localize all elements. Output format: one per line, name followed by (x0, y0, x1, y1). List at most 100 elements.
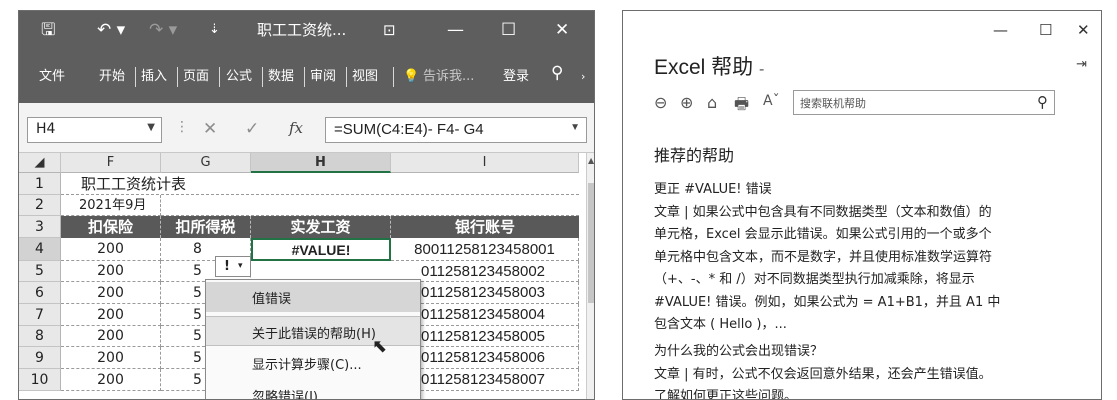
active-cell-h4[interactable]: #VALUE! (251, 238, 391, 261)
help-pane: — ☐ ✕ Excel 帮助 - ⇥ ⊖ ⊕ ⌂ 🖶 Aˇ 搜索联机帮助 ⚲ 推… (622, 10, 1102, 400)
error-context-menu: 值错误 关于此错误的帮助(H) 显示计算步骤(C)... 忽略错误(I) ⬉ (205, 279, 421, 399)
share-icon[interactable]: ⚲ (551, 65, 563, 82)
undo-icon[interactable]: ↶ ▾ (97, 19, 125, 41)
section-recommended-help: 推荐的帮助 (654, 146, 735, 165)
search-icon[interactable]: ⚲ (1037, 93, 1048, 111)
row-header[interactable]: 6 (19, 282, 61, 304)
tab-insert[interactable]: 插入 (141, 69, 167, 85)
row-header[interactable]: 2 (19, 195, 61, 216)
scrollbar-thumb[interactable] (588, 183, 594, 303)
minimize-icon[interactable]: — (447, 19, 464, 41)
scroll-up-icon[interactable]: ▲ (588, 156, 594, 165)
name-box[interactable]: H4 ▼ (27, 117, 162, 143)
help-search-placeholder: 搜索联机帮助 (800, 97, 866, 110)
tab-separator (135, 67, 136, 87)
article-summary-line: 文章 | 有时，公式不仅会返回意外结果，还会产生错误值。 (654, 366, 992, 382)
quick-access-more-icon[interactable]: ⇣ (209, 19, 220, 41)
select-all-corner[interactable]: ◢ (19, 153, 61, 173)
error-smart-tag[interactable]: ! ▾ (215, 256, 251, 277)
row-header[interactable]: 5 (19, 261, 61, 282)
save-icon[interactable]: 🖫 (41, 19, 55, 41)
row-header[interactable]: 1 (19, 173, 61, 195)
row-header[interactable]: 9 (19, 347, 61, 369)
ribbon-scroll-right-icon[interactable]: › (581, 69, 585, 85)
pin-icon[interactable]: ⇥ (1076, 57, 1087, 72)
minimize-icon[interactable]: — (993, 21, 1008, 39)
article-summary-line: 单元格中包含文本，而不是数字，并且使用标准数学运算符 (654, 249, 993, 265)
more-icon: ⋮ (175, 119, 189, 135)
chevron-down-icon[interactable]: ▼ (570, 122, 580, 133)
formula-input[interactable]: =SUM(C4:E4)- F4- G4 ▼ (325, 117, 587, 143)
insurance-cell[interactable]: 200 (61, 282, 161, 304)
cancel-icon[interactable]: ✕ (203, 119, 217, 139)
close-icon[interactable]: ✕ (555, 19, 569, 41)
insurance-cell[interactable]: 200 (61, 261, 161, 282)
ribbon-display-icon[interactable]: ⊡ (383, 19, 396, 41)
article-link-formula-errors[interactable]: 为什么我的公式会出现错误？ (654, 341, 1094, 364)
vertical-scrollbar[interactable]: ▲ (586, 153, 594, 399)
enter-icon[interactable]: ✓ (245, 119, 259, 139)
column-header-i[interactable]: I (391, 153, 579, 173)
title-bar: 🖫 ↶ ▾ ↷ ▾ ⇣ 职工工资统... ⊡ — ☐ ✕ (19, 11, 594, 51)
row-header[interactable]: 10 (19, 369, 61, 391)
mouse-cursor-icon: ⬉ (372, 336, 388, 357)
close-icon[interactable]: ✕ (1077, 21, 1090, 39)
insurance-cell[interactable]: 200 (61, 238, 161, 261)
help-title: Excel 帮助 - (654, 51, 764, 81)
menu-item-ignore-error[interactable]: 忽略错误(I) (206, 380, 420, 399)
tab-separator (393, 67, 394, 87)
maximize-icon[interactable]: ☐ (501, 19, 516, 41)
help-title-dash: - (759, 61, 765, 78)
tab-separator (304, 67, 305, 87)
menu-item-show-calc-steps[interactable]: 显示计算步骤(C)... (206, 348, 420, 378)
row-header[interactable]: 7 (19, 304, 61, 326)
cell[interactable] (161, 195, 579, 216)
account-cell[interactable]: 80011258123458001 (391, 238, 579, 261)
home-icon[interactable]: ⌂ (707, 93, 717, 112)
help-search-input[interactable]: 搜索联机帮助 ⚲ (793, 90, 1055, 115)
name-box-value: H4 (36, 121, 56, 137)
header-bank-account[interactable]: 银行账号 (391, 216, 579, 238)
ribbon-tabs: 文件 开始 插入 页面 公式 数据 审阅 视图 💡 告诉我... 登录 ⚲ › (19, 51, 594, 103)
column-header-f[interactable]: F (61, 153, 161, 173)
tab-page-layout[interactable]: 页面 (183, 69, 209, 85)
insurance-cell[interactable]: 200 (61, 369, 161, 391)
sheet-title-cell[interactable]: 职工工资统计表 (61, 173, 579, 195)
tab-review[interactable]: 审阅 (310, 69, 336, 85)
column-header-g[interactable]: G (161, 153, 251, 173)
tab-view[interactable]: 视图 (352, 69, 378, 85)
header-insurance[interactable]: 扣保险 (61, 216, 161, 238)
redo-icon[interactable]: ↷ ▾ (149, 19, 177, 41)
tell-me-input[interactable]: 告诉我... (423, 69, 474, 85)
help-article-1: 更正 #VALUE! 错误 文章 | 如果公式中包含具有不同数据类型（文本和数值… (654, 179, 1094, 337)
login-link[interactable]: 登录 (503, 69, 529, 85)
formula-text: =SUM(C4:E4)- F4- G4 (334, 121, 484, 138)
help-article-2: 为什么我的公式会出现错误？ 文章 | 有时，公式不仅会返回意外结果，还会产生错误… (654, 341, 1094, 399)
font-size-icon[interactable]: Aˇ (763, 93, 780, 109)
tab-file[interactable]: 文件 (39, 69, 65, 85)
help-title-text: Excel 帮助 (654, 56, 754, 79)
back-icon[interactable]: ⊖ (654, 93, 667, 112)
tab-home[interactable]: 开始 (99, 69, 125, 85)
row-header[interactable]: 3 (19, 216, 61, 238)
row-header[interactable]: 8 (19, 326, 61, 347)
tab-separator (219, 67, 220, 87)
print-icon[interactable]: 🖶 (734, 93, 749, 120)
insurance-cell[interactable]: 200 (61, 326, 161, 347)
article-link-fix-value-error[interactable]: 更正 #VALUE! 错误 (654, 179, 1094, 202)
insurance-cell[interactable]: 200 (61, 347, 161, 369)
tab-data[interactable]: 数据 (268, 69, 294, 85)
forward-icon[interactable]: ⊕ (680, 93, 693, 112)
row-header[interactable]: 4 (19, 238, 61, 261)
header-net-pay[interactable]: 实发工资 (251, 216, 391, 238)
date-cell[interactable]: 2021年9月 (61, 195, 161, 216)
column-header-h[interactable]: H (251, 153, 391, 173)
maximize-icon[interactable]: ☐ (1039, 21, 1052, 39)
lightbulb-icon[interactable]: 💡 (403, 69, 419, 85)
insert-function-icon[interactable]: fx (289, 119, 303, 137)
chevron-down-icon[interactable]: ▼ (147, 122, 155, 133)
tab-formulas[interactable]: 公式 (226, 69, 252, 85)
header-income-tax[interactable]: 扣所得税 (161, 216, 251, 238)
insurance-cell[interactable]: 200 (61, 304, 161, 326)
menu-item-help-on-error[interactable]: 关于此错误的帮助(H) (206, 316, 420, 346)
